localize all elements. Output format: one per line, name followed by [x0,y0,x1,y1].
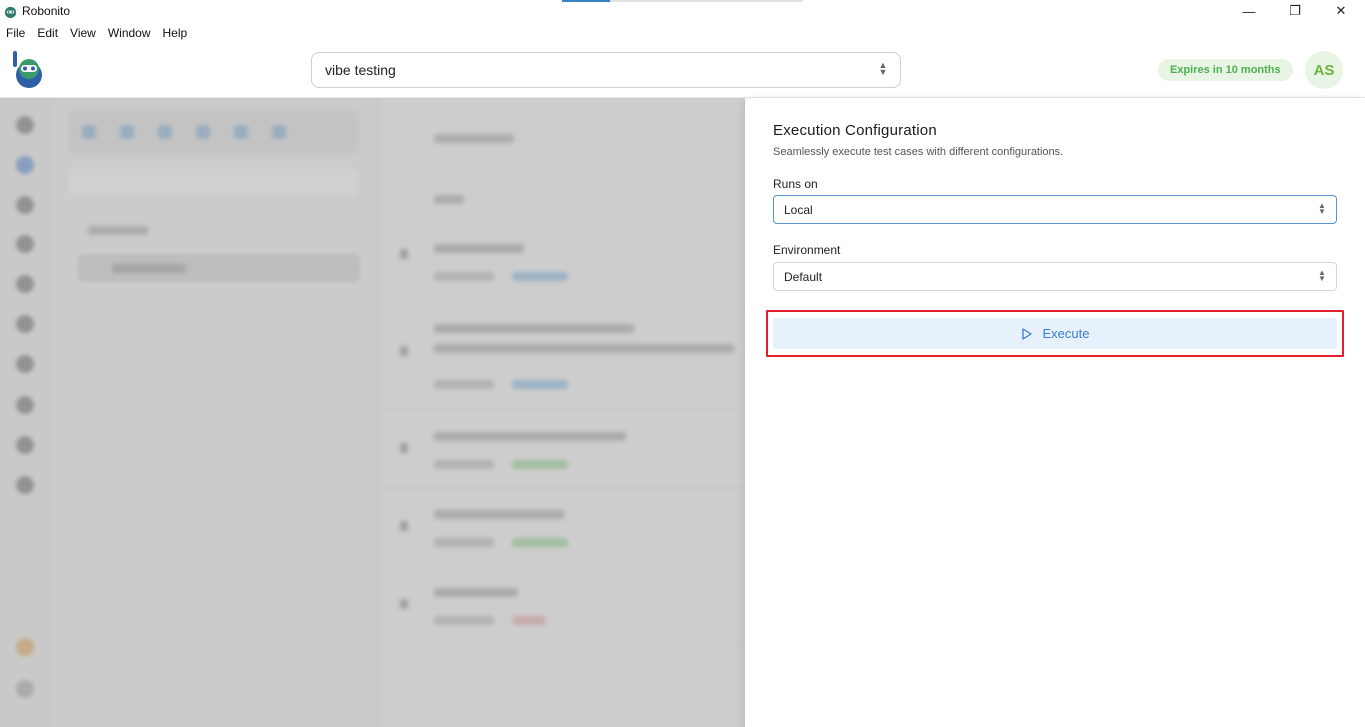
execution-configuration-drawer: Execution Configuration Seamlessly execu… [745,98,1365,727]
modal-backdrop[interactable] [0,98,745,727]
user-avatar[interactable]: AS [1305,51,1343,89]
loading-progress-fill [562,0,610,2]
chevron-up-down-icon: ▲ ▼ [1318,268,1326,283]
execute-button-label: Execute [1042,326,1090,341]
drawer-subtitle: Seamlessly execute test cases with diffe… [773,146,1064,158]
menu-view[interactable]: View [64,26,102,40]
minimize-button[interactable]: — [1226,0,1272,22]
chevron-up-down-icon: ▲ ▼ [1318,201,1326,216]
menu-file[interactable]: File [0,26,31,40]
title-bar: Robonito — ❐ ✕ [0,0,1365,22]
license-expiry-badge: Expires in 10 months [1158,59,1293,81]
app-header: vibe testing ▲ ▼ Expires in 10 months AS [0,43,1365,98]
environment-select[interactable]: Default ▲ ▼ [773,262,1337,291]
runs-on-select[interactable]: Local ▲ ▼ [773,195,1337,224]
play-icon [1021,327,1032,340]
drawer-title: Execution Configuration [773,122,937,139]
menu-edit[interactable]: Edit [31,26,64,40]
project-select-value: vibe testing [325,62,396,78]
maximize-button[interactable]: ❐ [1272,0,1318,22]
robonito-logo[interactable] [10,51,46,89]
close-window-button[interactable]: ✕ [1318,0,1364,22]
app-title: Robonito [22,4,71,18]
robonito-app-icon [4,6,17,18]
environment-value: Default [784,269,823,284]
menu-bar: File Edit View Window Help [0,23,193,43]
execute-button[interactable]: Execute [773,318,1337,349]
loading-progress-bar [562,0,803,2]
environment-label: Environment [773,243,841,257]
menu-window[interactable]: Window [102,26,157,40]
chevron-up-down-icon: ▲ ▼ [878,60,888,77]
background-workspace [0,98,745,727]
project-select[interactable]: vibe testing ▲ ▼ [311,52,901,88]
menu-help[interactable]: Help [157,26,194,40]
runs-on-label: Runs on [773,177,818,191]
runs-on-value: Local [784,202,813,217]
